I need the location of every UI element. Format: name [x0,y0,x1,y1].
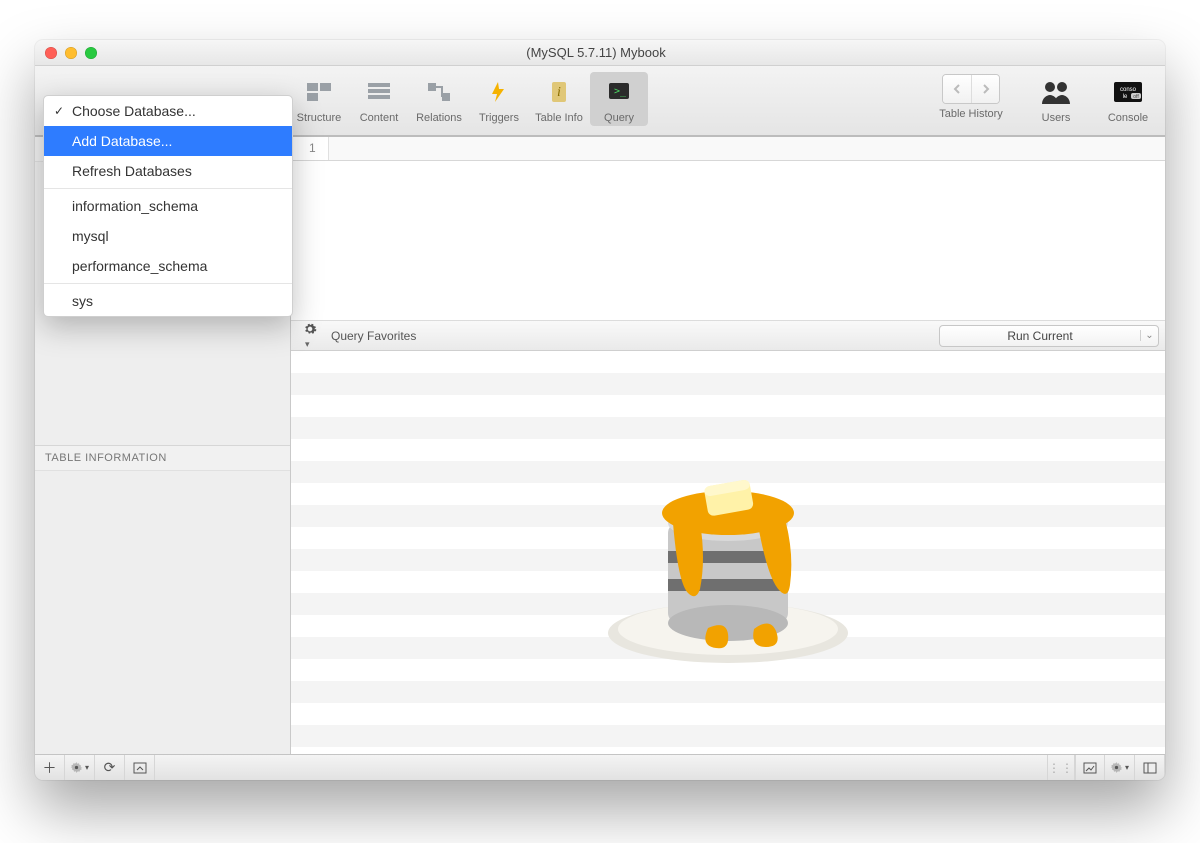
database-dropdown: Choose Database... Add Database... Refre… [43,95,293,317]
plus-icon: ＋ [43,758,57,778]
console-icon: consoleoff [1110,74,1146,110]
relations-icon [421,74,457,110]
results-area [291,351,1165,754]
users-icon [1038,74,1074,110]
db-opt-mysql[interactable]: mysql [44,221,292,251]
info-icon: i [541,74,577,110]
history-back-button[interactable] [943,75,971,103]
traffic-lights [45,47,97,59]
toolbar: Structure Content Relations Triggers i T… [35,66,1165,136]
svg-text:le: le [1123,94,1128,100]
triggers-icon [481,74,517,110]
app-logo-icon [588,413,868,693]
copy-columns-button[interactable] [1135,755,1165,781]
users-label: Users [1042,112,1071,124]
db-opt-choose[interactable]: Choose Database... [44,96,292,126]
query-tab-label: 1 [309,141,316,155]
query-tabs: 1 [291,137,1165,161]
history-arrows [942,74,1000,104]
image-icon [1083,762,1097,774]
tab-triggers[interactable]: Triggers [470,72,528,126]
zoom-window-button[interactable] [85,47,97,59]
db-opt-performance-schema[interactable]: performance_schema [44,251,292,281]
query-options-bar: ▾ Query Favorites Run Current ⌄ [291,321,1165,351]
footer-bar: ＋ ▾ ⟳ ⋮⋮ ▾ [35,754,1165,780]
content-icon [361,74,397,110]
minimize-window-button[interactable] [65,47,77,59]
chevron-down-icon[interactable]: ⌄ [1140,330,1158,341]
query-favorites-label[interactable]: Query Favorites [331,329,416,343]
svg-text:off: off [1133,94,1139,100]
query-tab[interactable]: 1 [291,137,329,160]
tab-content[interactable]: Content [350,72,408,126]
db-opt-add[interactable]: Add Database... [44,126,292,156]
structure-icon [301,74,337,110]
gear-icon [70,761,83,774]
tab-label-info: Table Info [535,112,583,124]
table-history-label: Table History [939,108,1003,120]
run-current-button[interactable]: Run Current ⌄ [939,325,1159,347]
run-current-label: Run Current [940,329,1140,343]
toolbar-right: Table History Users consoleoff Console [929,72,1157,126]
add-button[interactable]: ＋ [35,755,65,781]
columns-icon [1143,762,1157,774]
titlebar: (MySQL 5.7.11) Mybook [35,40,1165,66]
gear-icon [303,322,317,336]
result-gear-button[interactable]: ▾ [1105,755,1135,781]
db-opt-information-schema[interactable]: information_schema [44,191,292,221]
chevron-down-icon: ▾ [305,339,310,349]
db-opt-refresh[interactable]: Refresh Databases [44,156,292,186]
image-insert-button[interactable] [1075,755,1105,781]
tab-label-query: Query [604,112,634,124]
table-gear-button[interactable]: ▾ [65,755,95,781]
app-window: (MySQL 5.7.11) Mybook Structure Content … [35,40,1165,780]
history-forward-button[interactable] [971,75,999,103]
tab-structure[interactable]: Structure [290,72,348,126]
close-window-button[interactable] [45,47,57,59]
window-title: (MySQL 5.7.11) Mybook [97,45,1095,60]
menu-separator [44,188,292,189]
sidebar-resize-handle[interactable]: ⋮⋮ [1047,755,1075,781]
svg-text:conso: conso [1120,87,1137,93]
refresh-button[interactable]: ⟳ [95,755,125,781]
tab-table-info[interactable]: i Table Info [530,72,588,126]
refresh-icon: ⟳ [104,759,116,776]
tab-label-triggers: Triggers [479,112,519,124]
db-opt-sys[interactable]: sys [44,286,292,316]
users-button[interactable]: Users [1027,72,1085,126]
menu-separator [44,283,292,284]
svg-text:i: i [557,85,561,100]
svg-text:>_: >_ [614,86,627,97]
console-label: Console [1108,112,1148,124]
sidebar-info-title: TABLE INFORMATION [35,445,290,471]
query-editor[interactable] [291,161,1165,321]
main-area: 1 ▾ Query Favorites Run Current ⌄ [291,137,1165,754]
grip-icon: ⋮⋮ [1048,761,1074,775]
tab-query[interactable]: >_ Query [590,72,648,126]
query-options-gear[interactable]: ▾ [297,320,323,352]
gear-icon [1110,761,1123,774]
tab-label-relations: Relations [416,112,462,124]
tab-label-structure: Structure [297,112,342,124]
tab-relations[interactable]: Relations [410,72,468,126]
table-history[interactable]: Table History [929,72,1013,122]
toggle-info-button[interactable] [125,755,155,781]
panel-icon [133,762,147,774]
tab-label-content: Content [360,112,399,124]
query-icon: >_ [601,74,637,110]
console-button[interactable]: consoleoff Console [1099,72,1157,126]
sidebar-info-body [35,471,290,754]
